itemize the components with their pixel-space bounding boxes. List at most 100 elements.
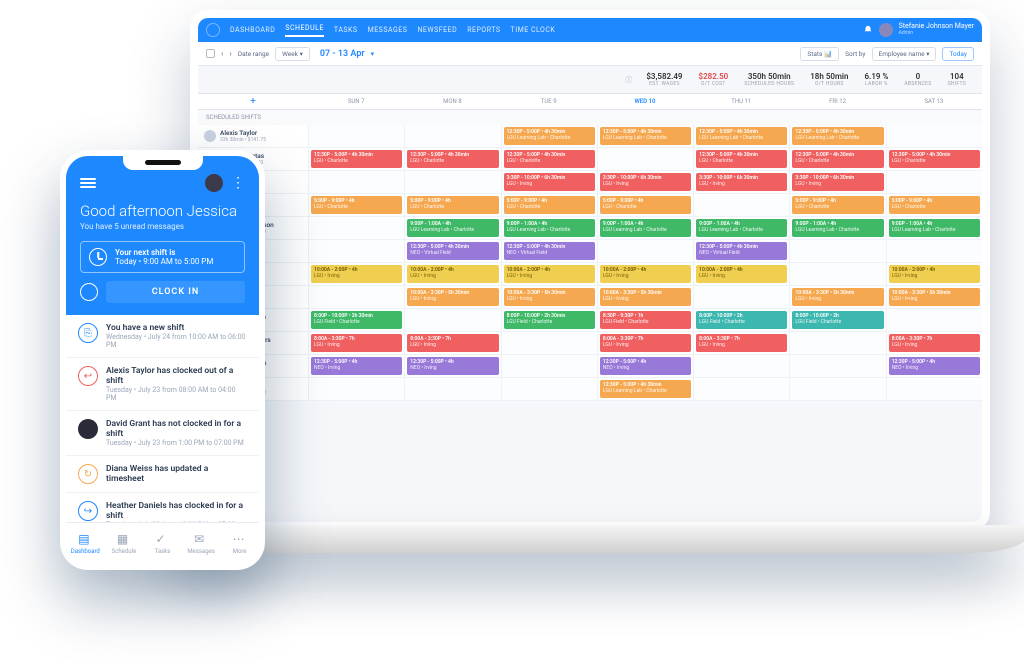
- shift-block[interactable]: 5:00P - 9:00P • 4hLGU • Charlotte: [792, 196, 883, 214]
- schedule-cell[interactable]: 12:30P - 5:00P • 4hNEO • Irving: [404, 355, 500, 377]
- day-header-cell[interactable]: FRI 12: [789, 94, 885, 109]
- more-icon[interactable]: ⋮: [231, 175, 245, 191]
- next-shift-card[interactable]: Your next shift is Today • 9:00 AM to 5:…: [80, 241, 245, 273]
- schedule-cell[interactable]: 8:00A - 3:30P • 7hLGU • Irving: [693, 332, 789, 354]
- shift-block[interactable]: 12:30P - 5:00P • 4hNEO • Irving: [889, 357, 980, 375]
- schedule-cell[interactable]: 5:00P - 9:00P • 4hLGU • Charlotte: [597, 194, 693, 216]
- shift-block[interactable]: 12:30P - 5:00P • 4h 30minLGU • Charlotte: [407, 150, 498, 168]
- schedule-cell[interactable]: 12:30P - 5:00P • 4h 30minLGU Learning La…: [597, 125, 693, 147]
- schedule-cell[interactable]: 8:00A - 3:30P • 7hLGU • Irving: [597, 332, 693, 354]
- shift-block[interactable]: 5:00P - 9:00P • 4hLGU • Charlotte: [889, 196, 980, 214]
- tab-more[interactable]: ⋯More: [220, 523, 259, 564]
- schedule-cell[interactable]: [404, 125, 500, 147]
- menu-icon[interactable]: [80, 178, 96, 188]
- schedule-cell[interactable]: 10:00A - 3:30P • 5h 30minLGU • Irving: [886, 286, 982, 308]
- schedule-cell[interactable]: 9:00P - 1:00A • 4hLGU Learning Lab • Cha…: [789, 217, 885, 239]
- schedule-cell[interactable]: 12:30P - 5:00P • 4h 30minLGU • Charlotte: [886, 148, 982, 170]
- add-employee-button[interactable]: +: [198, 94, 308, 109]
- schedule-cell[interactable]: 8:00P - 10:00P • 2hLGU Field • Charlotte: [789, 309, 885, 331]
- shift-block[interactable]: 12:30P - 5:00P • 4hNEO • Irving: [407, 357, 498, 375]
- shift-block[interactable]: 9:00P - 1:00A • 4hLGU Learning Lab • Cha…: [600, 219, 691, 237]
- user-avatar[interactable]: [879, 23, 893, 37]
- shift-block[interactable]: 12:30P - 5:00P • 4h 30minLGU Learning La…: [504, 127, 595, 145]
- shift-block[interactable]: 9:00P - 1:00A • 4hLGU Learning Lab • Cha…: [504, 219, 595, 237]
- schedule-cell[interactable]: [501, 355, 597, 377]
- shift-block[interactable]: 10:00A - 3:30P • 5h 30minLGU • Irving: [889, 288, 980, 306]
- shift-block[interactable]: 12:30P - 5:00P • 4h 30minNEO • Virtual F…: [696, 242, 787, 260]
- schedule-cell[interactable]: [789, 240, 885, 262]
- schedule-cell[interactable]: [789, 332, 885, 354]
- schedule-cell[interactable]: [501, 332, 597, 354]
- shift-block[interactable]: 9:00P - 1:00A • 4hLGU Learning Lab • Cha…: [792, 219, 883, 237]
- shift-block[interactable]: 8:00P - 10:00P • 2h 30minLGU Field • Cha…: [504, 311, 595, 329]
- schedule-cell[interactable]: 8:00P - 10:00P • 2h 30minLGU Field • Cha…: [308, 309, 404, 331]
- schedule-cell[interactable]: 9:00P - 1:00A • 4hLGU Learning Lab • Cha…: [404, 217, 500, 239]
- shift-block[interactable]: 10:00A - 3:30P • 5h 30minLGU • Irving: [407, 288, 498, 306]
- shift-block[interactable]: 9:00P - 1:00A • 4hLGU Learning Lab • Cha…: [889, 219, 980, 237]
- shift-block[interactable]: 3:30P - 10:00P • 6h 30minLGU • Irving: [504, 173, 595, 191]
- day-header-cell[interactable]: SUN 7: [308, 94, 404, 109]
- tab-schedule[interactable]: ▦Schedule: [105, 523, 144, 564]
- schedule-cell[interactable]: 12:30P - 5:00P • 4hNEO • Irving: [308, 355, 404, 377]
- schedule-cell[interactable]: 10:00A - 2:00P • 4hLGU • Irving: [501, 263, 597, 285]
- schedule-cell[interactable]: [597, 148, 693, 170]
- schedule-cell[interactable]: [308, 125, 404, 147]
- schedule-cell[interactable]: 12:30P - 5:00P • 4h 30minLGU Learning La…: [693, 125, 789, 147]
- shift-block[interactable]: 12:30P - 5:00P • 4h 30minLGU Learning La…: [600, 380, 691, 398]
- schedule-cell[interactable]: 5:00P - 9:00P • 4hLGU • Charlotte: [501, 194, 597, 216]
- info-icon[interactable]: ⓘ: [625, 75, 632, 85]
- feed-item[interactable]: ↩Alexis Taylor has clocked out of a shif…: [66, 358, 259, 411]
- user-menu[interactable]: Stefanie Johnson Mayer Admin: [899, 23, 974, 36]
- day-header-cell[interactable]: MON 8: [404, 94, 500, 109]
- employee-cell[interactable]: Alexis Taylor33h 30min • $141.75: [198, 125, 308, 147]
- schedule-cell[interactable]: [308, 171, 404, 193]
- schedule-cell[interactable]: 3:30P - 10:00P • 6h 30minLGU • Irving: [693, 171, 789, 193]
- feed-item[interactable]: ↻Diana Weiss has updated a timesheet: [66, 456, 259, 493]
- schedule-cell[interactable]: 9:00P - 1:00A • 4hLGU Learning Lab • Cha…: [597, 217, 693, 239]
- schedule-cell[interactable]: 10:00A - 3:30P • 5h 30minLGU • Irving: [597, 286, 693, 308]
- shift-block[interactable]: 5:00P - 9:00P • 4hLGU • Charlotte: [600, 196, 691, 214]
- shift-block[interactable]: 3:30P - 10:00P • 6h 30minLGU • Irving: [696, 173, 787, 191]
- schedule-cell[interactable]: 3:30P - 10:00P • 6h 30minLGU • Irving: [789, 171, 885, 193]
- shift-block[interactable]: 10:00A - 3:30P • 5h 30minLGU • Irving: [504, 288, 595, 306]
- schedule-cell[interactable]: [789, 378, 885, 400]
- range-mode-select[interactable]: Week ▾: [275, 47, 310, 61]
- shift-block[interactable]: 12:30P - 5:00P • 4h 30minNEO • Virtual F…: [504, 242, 595, 260]
- schedule-cell[interactable]: 12:30P - 5:00P • 4h 30minLGU • Charlotte: [693, 148, 789, 170]
- schedule-cell[interactable]: 10:00A - 3:30P • 5h 30minLGU • Irving: [501, 286, 597, 308]
- shift-block[interactable]: 8:00P - 10:00P • 2hLGU Field • Charlotte: [792, 311, 883, 329]
- schedule-cell[interactable]: [693, 286, 789, 308]
- schedule-cell[interactable]: 10:00A - 2:00P • 4hLGU • Irving: [693, 263, 789, 285]
- schedule-cell[interactable]: [693, 194, 789, 216]
- shift-block[interactable]: 8:00P - 10:00P • 2hLGU Field • Charlotte: [696, 311, 787, 329]
- shift-block[interactable]: 9:00P - 1:00A • 4hLGU Learning Lab • Cha…: [407, 219, 498, 237]
- schedule-cell[interactable]: [886, 309, 982, 331]
- shift-block[interactable]: 5:00P - 9:00P • 4hLGU • Charlotte: [311, 196, 402, 214]
- clock-in-button[interactable]: CLOCK IN: [106, 281, 245, 303]
- schedule-cell[interactable]: 12:30P - 5:00P • 4h 30minNEO • Virtual F…: [501, 240, 597, 262]
- shift-block[interactable]: 12:30P - 5:00P • 4h 30minLGU • Charlotte: [504, 150, 595, 168]
- shift-block[interactable]: 8:00A - 3:30P • 7hLGU • Irving: [696, 334, 787, 352]
- schedule-cell[interactable]: [789, 263, 885, 285]
- shift-block[interactable]: 12:30P - 5:00P • 4hNEO • Irving: [311, 357, 402, 375]
- shift-block[interactable]: 12:30P - 5:00P • 4h 30minLGU • Charlotte: [889, 150, 980, 168]
- shift-block[interactable]: 3:30P - 10:00P • 6h 30minLGU • Irving: [600, 173, 691, 191]
- schedule-cell[interactable]: 10:00A - 2:00P • 4hLGU • Irving: [308, 263, 404, 285]
- range-dropdown-icon[interactable]: ▾: [371, 50, 375, 58]
- shift-block[interactable]: 10:00A - 2:00P • 4hLGU • Irving: [696, 265, 787, 283]
- schedule-cell[interactable]: [308, 217, 404, 239]
- nav-newsfeed[interactable]: NEWSFEED: [417, 26, 457, 34]
- shift-block[interactable]: 10:00A - 2:00P • 4hLGU • Irving: [889, 265, 980, 283]
- shift-block[interactable]: 10:00A - 2:00P • 4hLGU • Irving: [600, 265, 691, 283]
- schedule-cell[interactable]: 8:00A - 3:30P • 7hLGU • Irving: [404, 332, 500, 354]
- notifications-icon[interactable]: [863, 25, 873, 35]
- day-header-cell[interactable]: WED 10: [597, 94, 693, 109]
- schedule-cell[interactable]: 9:00P - 1:00A • 4hLGU Learning Lab • Cha…: [693, 217, 789, 239]
- schedule-cell[interactable]: 10:00A - 3:30P • 5h 30minLGU • Irving: [789, 286, 885, 308]
- schedule-cell[interactable]: 9:00P - 1:00A • 4hLGU Learning Lab • Cha…: [886, 217, 982, 239]
- day-header-cell[interactable]: SAT 13: [886, 94, 982, 109]
- stats-button[interactable]: Stats 📊: [800, 47, 839, 61]
- schedule-cell[interactable]: 12:30P - 5:00P • 4h 30minLGU • Charlotte: [308, 148, 404, 170]
- schedule-cell[interactable]: [308, 378, 404, 400]
- schedule-cell[interactable]: 5:00P - 9:00P • 4hLGU • Charlotte: [886, 194, 982, 216]
